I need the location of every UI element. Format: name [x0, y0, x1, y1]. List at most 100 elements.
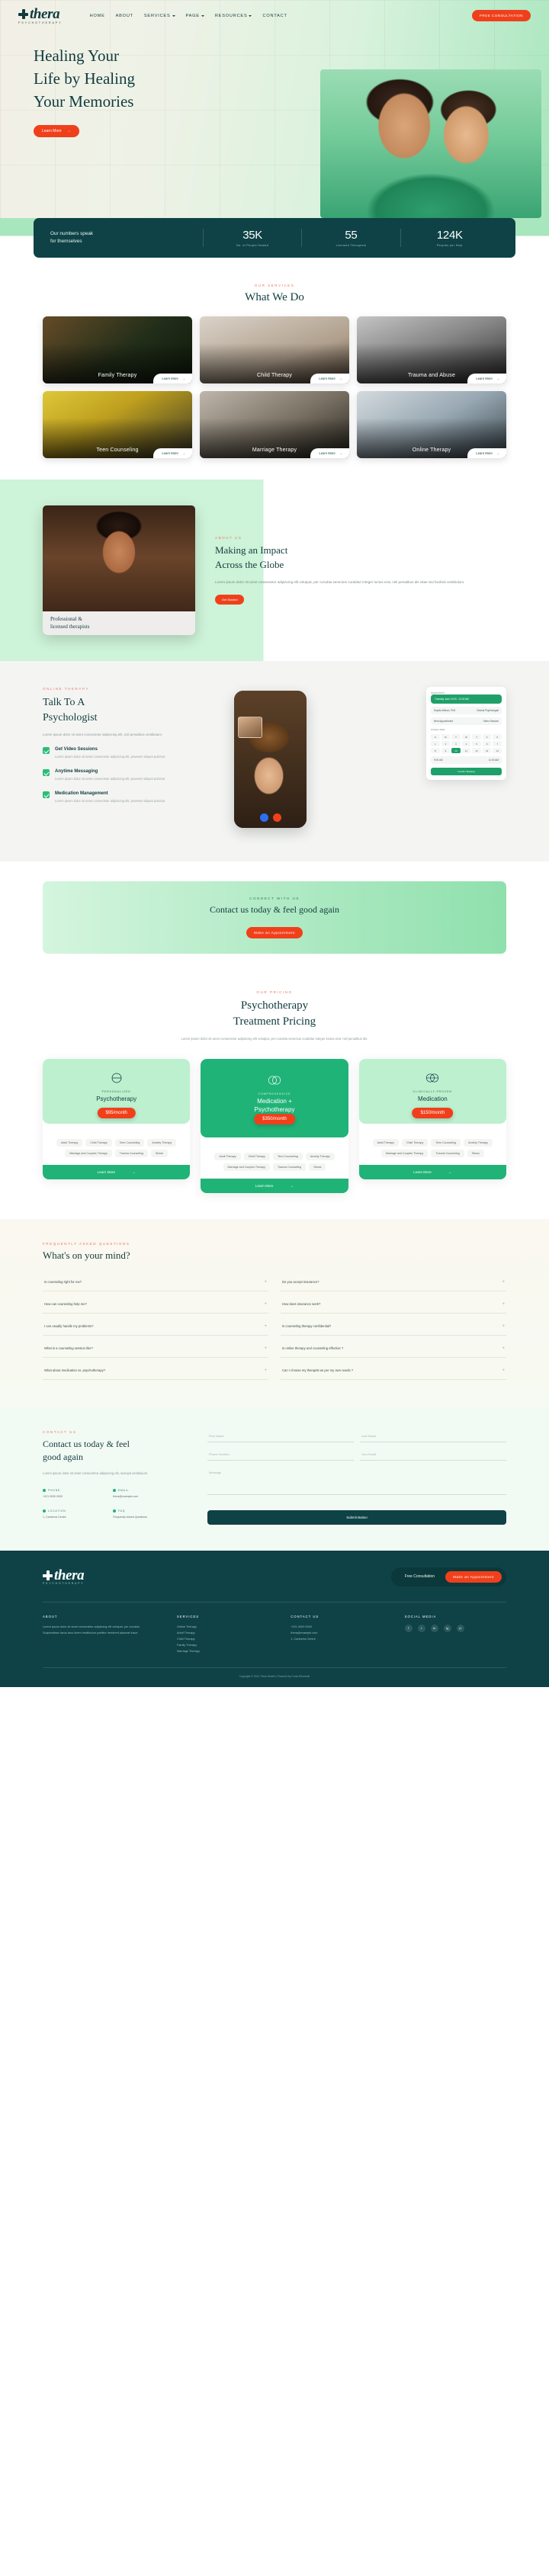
faq-item[interactable]: What about medication vs. psychotherapy?…: [43, 1362, 268, 1380]
calendar-date[interactable]: 11: [461, 748, 471, 754]
contact-block-faq: FAQ Frequently Asked Questions: [113, 1509, 172, 1519]
brand-logo[interactable]: thera PSYCHOTHERAPY: [18, 7, 63, 24]
hero-title-line-3: Your Memories: [34, 92, 134, 111]
service-card[interactable]: Trauma and Abuse Learn More →: [357, 316, 506, 384]
service-learn-more[interactable]: Learn More →: [153, 448, 192, 459]
service-card[interactable]: Marriage Therapy Learn More →: [200, 391, 349, 459]
doctor-row[interactable]: Sophia Wilson, PhD Clinical Psychologist: [431, 707, 502, 715]
service-card[interactable]: Family Therapy Learn More →: [43, 316, 192, 384]
nav-item-services[interactable]: SERVICES: [144, 14, 175, 18]
video-thumbnail: [238, 717, 262, 739]
block-value[interactable]: 1, Canberra Centre: [43, 1515, 102, 1519]
faq-item[interactable]: How does insurance work? +: [281, 1296, 506, 1314]
nav-item-home[interactable]: HOME: [90, 14, 105, 18]
faq-item[interactable]: Do you accept insurance? +: [281, 1274, 506, 1291]
footer-appointment-button[interactable]: Make an Appointment: [445, 1570, 502, 1583]
service-learn-more[interactable]: Learn More →: [153, 374, 192, 384]
service-learn-more[interactable]: Learn More →: [467, 448, 506, 459]
column-item[interactable]: Child Therapy: [177, 1637, 278, 1643]
column-item[interactable]: Adult Therapy: [177, 1631, 278, 1637]
make-appointment-button[interactable]: Make an Appointment: [246, 927, 303, 939]
instagram-icon[interactable]: ig: [443, 1624, 451, 1632]
first-name-input[interactable]: [207, 1429, 354, 1442]
calendar-date[interactable]: 14: [493, 748, 502, 754]
faq-item[interactable]: Is counseling therapy confidential? +: [281, 1318, 506, 1336]
free-consultation-button[interactable]: FREE CONSULTATION: [472, 10, 531, 22]
pricing-plan-featured[interactable]: COMPREHENSIVE Medication + Psychotherapy…: [201, 1059, 348, 1193]
calendar-date[interactable]: 3: [451, 741, 461, 747]
calendar-date[interactable]: 2: [441, 741, 451, 747]
nav-item-about[interactable]: ABOUT: [116, 14, 133, 18]
service-learn-more[interactable]: Learn More →: [310, 374, 349, 384]
nav-item-contact[interactable]: CONTACT: [262, 14, 287, 18]
pricing-plan[interactable]: PERSONALIZED Psychotherapy $95/month Adu…: [43, 1059, 191, 1180]
medical-cross-icon: [43, 1570, 53, 1581]
email-input[interactable]: [360, 1448, 506, 1461]
linkedin-icon[interactable]: in: [430, 1624, 438, 1632]
faq-question: How can counseling help me?: [44, 1302, 87, 1307]
column-item[interactable]: 1, Canberra Centre: [291, 1637, 392, 1643]
column-item[interactable]: +021 0000 0000: [291, 1625, 392, 1631]
block-value[interactable]: thera@example.com: [113, 1494, 172, 1499]
calendar-date[interactable]: 12: [472, 748, 481, 754]
faq-item[interactable]: Can I choose my therapist as per my own …: [281, 1362, 506, 1380]
faq-item[interactable]: Is online therapy and counseling effecti…: [281, 1340, 506, 1358]
time-slot-b[interactable]: 11:00 AM: [489, 759, 499, 762]
service-learn-more[interactable]: Learn More →: [310, 448, 349, 459]
submit-button[interactable]: Submit Button: [207, 1509, 506, 1525]
calendar-date[interactable]: 6: [482, 741, 492, 747]
plan-learn-more[interactable]: Learn More →: [43, 1165, 191, 1180]
faq-item[interactable]: What is a counseling session like? +: [43, 1340, 268, 1358]
calendar-grid[interactable]: S M T W T F S 1 2 3 4 5 6 7 8 9 10 11 12…: [431, 734, 502, 754]
about-get-started-button[interactable]: Get Started: [215, 595, 245, 605]
time-slot-row[interactable]: 9:00 AM 11:00 AM: [431, 756, 502, 765]
faq-item[interactable]: I can usually handle my problems? +: [43, 1318, 268, 1336]
feature-item: Medication Management Lorem ipsum dolor …: [43, 791, 207, 804]
facebook-icon[interactable]: f: [404, 1624, 413, 1632]
confirm-booking-button[interactable]: Confirm Booking: [431, 768, 502, 776]
email-icon: [113, 1488, 116, 1492]
pricing-plan[interactable]: CLINICALLY-PROVEN Medication $150/month …: [358, 1059, 506, 1180]
online-title: Talk To A Psychologist: [43, 695, 207, 725]
faq-item[interactable]: How can counseling help me? +: [43, 1296, 268, 1314]
block-value[interactable]: Frequently Asked Questions: [113, 1515, 172, 1519]
twitter-icon[interactable]: t: [417, 1624, 425, 1632]
plan-tag: Trauma Counseling: [114, 1150, 148, 1158]
calendar-date[interactable]: 1: [431, 741, 440, 747]
video-call-button[interactable]: [259, 813, 268, 823]
last-name-input[interactable]: [360, 1429, 506, 1442]
hero-photo: [320, 69, 541, 219]
service-card[interactable]: Child Therapy Learn More →: [200, 316, 349, 384]
service-learn-more[interactable]: Learn More →: [467, 374, 506, 384]
check-icon: [43, 746, 50, 754]
hero-learn-more-button[interactable]: Learn More →: [34, 124, 79, 137]
calendar-date[interactable]: 8: [431, 748, 440, 754]
message-input[interactable]: [207, 1466, 506, 1495]
plan-learn-more[interactable]: Learn More →: [358, 1165, 506, 1180]
plan-learn-more[interactable]: Learn More →: [201, 1178, 348, 1193]
calendar-date-selected[interactable]: 10: [451, 748, 461, 754]
feature-text: Lorem ipsum dolor sit amet consectetur a…: [55, 798, 166, 803]
nav-item-page[interactable]: PAGE: [186, 14, 204, 18]
end-call-button[interactable]: [272, 813, 281, 823]
youtube-icon[interactable]: yt: [456, 1624, 464, 1632]
service-card[interactable]: Teen Counseling Learn More →: [43, 391, 192, 459]
block-value[interactable]: +021 0000 0000: [43, 1494, 102, 1499]
stats-lead: Our numbers speak for themselves: [50, 230, 203, 246]
column-item[interactable]: Family Therapy: [177, 1643, 278, 1649]
calendar-date[interactable]: 13: [482, 748, 492, 754]
calendar-date[interactable]: 7: [493, 741, 502, 747]
online-body: Lorem ipsum dolor sit amet consectetur a…: [43, 732, 163, 736]
calendar-date[interactable]: 9: [441, 748, 451, 754]
service-card[interactable]: Online Therapy Learn More →: [357, 391, 506, 459]
column-item[interactable]: Marriage Therapy: [177, 1649, 278, 1655]
time-slot-a[interactable]: 9:00 AM: [434, 759, 443, 762]
nav-item-resources[interactable]: RESOURCES: [215, 14, 252, 18]
calendar-date[interactable]: 4: [461, 741, 471, 747]
column-item[interactable]: Online Therapy: [177, 1625, 278, 1631]
footer-logo[interactable]: thera PSYCHOTHERAPY: [43, 1568, 85, 1585]
phone-input[interactable]: [207, 1448, 354, 1461]
column-item[interactable]: thera@example.com: [291, 1631, 392, 1637]
calendar-date[interactable]: 5: [472, 741, 481, 747]
faq-item[interactable]: Is counseling right for me? +: [43, 1274, 268, 1291]
